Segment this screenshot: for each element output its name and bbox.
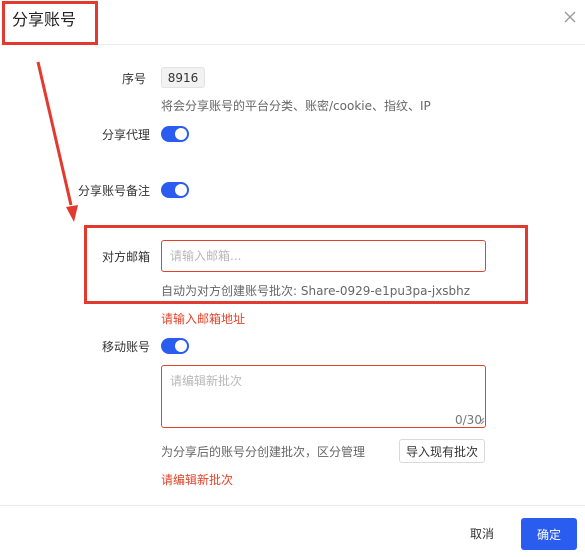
sequence-hint: 将会分享账号的平台分类、账密/cookie、指纹、IP	[161, 99, 431, 113]
batch-textarea[interactable]	[161, 365, 486, 428]
move-account-toggle[interactable]	[161, 338, 189, 354]
ok-button[interactable]: 确定	[521, 518, 577, 550]
move-account-label: 移动账号	[102, 340, 151, 354]
batch-error: 请编辑新批次	[161, 473, 234, 487]
title-highlight-box	[2, 1, 98, 45]
close-icon[interactable]	[561, 8, 579, 26]
cancel-button[interactable]: 取消	[459, 518, 505, 548]
share-proxy-label: 分享代理	[102, 128, 151, 142]
share-remark-label: 分享账号备注	[78, 184, 151, 198]
share-remark-toggle[interactable]	[161, 182, 189, 198]
resize-handle-icon[interactable]	[477, 417, 485, 425]
toggle-knob	[175, 184, 187, 196]
sequence-value: 8916	[161, 67, 205, 88]
close-icon-glyph	[564, 11, 576, 23]
toggle-knob	[175, 128, 187, 140]
toggle-knob	[175, 340, 187, 352]
sequence-label: 序号	[122, 72, 147, 86]
email-highlight-box	[84, 225, 528, 304]
import-batch-button[interactable]: 导入现有批次	[399, 439, 485, 463]
email-error: 请输入邮箱地址	[161, 312, 246, 326]
batch-hint: 为分享后的账号分创建批次，区分管理	[161, 445, 366, 459]
share-proxy-toggle[interactable]	[161, 126, 189, 142]
